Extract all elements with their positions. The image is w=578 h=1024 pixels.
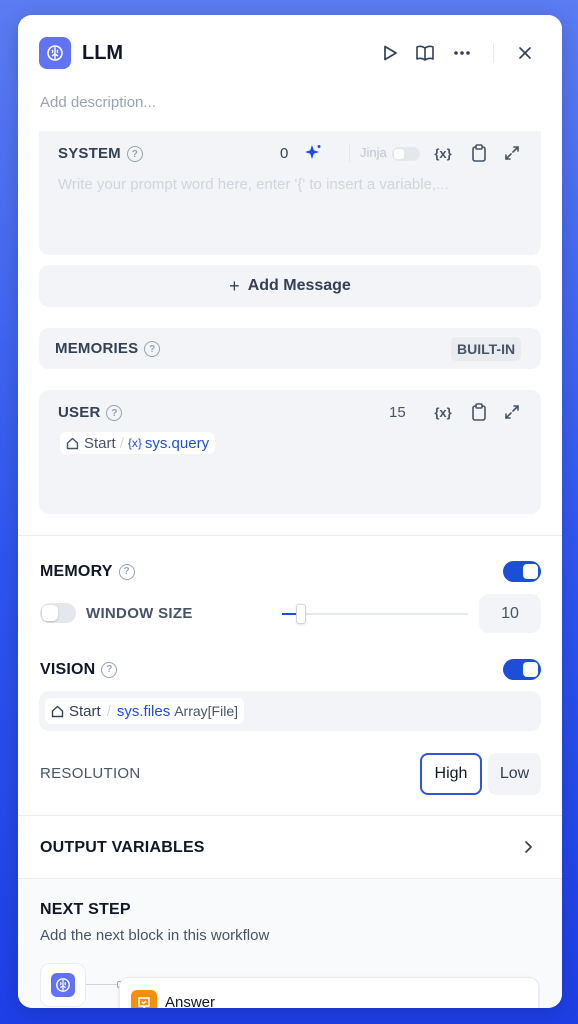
help-icon[interactable]: ? xyxy=(144,341,161,358)
var-type: Array[File] xyxy=(174,703,238,719)
system-token-count: 0 xyxy=(280,145,289,162)
expand-icon[interactable] xyxy=(502,402,522,422)
next-step-section: NEXT STEP Add the next block in this wor… xyxy=(18,879,562,1008)
llm-node-badge xyxy=(39,37,71,69)
expand-icon[interactable] xyxy=(502,143,522,163)
variable-chip[interactable]: Start / {x} sys.query xyxy=(60,432,216,454)
chevron-right-icon xyxy=(522,840,534,859)
system-label-text: SYSTEM xyxy=(58,145,121,162)
variable-icon: {x} xyxy=(127,436,142,450)
plus-icon: + xyxy=(229,276,240,296)
memories-label: MEMORIES? xyxy=(55,340,161,358)
system-prompt-input[interactable]: Write your prompt word here, enter '{' t… xyxy=(58,176,449,193)
help-icon[interactable]: ? xyxy=(118,563,135,580)
output-variables-row[interactable]: OUTPUT VARIABLES xyxy=(18,816,562,878)
llm-node-panel: LLM Add description... SYSTEM? 0 Jinja {… xyxy=(18,15,562,1008)
help-icon[interactable]: ? xyxy=(106,405,123,422)
close-icon[interactable] xyxy=(514,42,536,64)
system-prompt-box[interactable]: SYSTEM? 0 Jinja {x} Write your prompt wo… xyxy=(39,131,541,255)
var-name: sys.query xyxy=(144,434,210,452)
variable-chip[interactable]: Start / sys.files Array[File] xyxy=(45,698,244,724)
add-message-button[interactable]: + Add Message xyxy=(39,265,541,307)
user-label-text: USER xyxy=(58,404,101,421)
memory-label-text: MEMORY xyxy=(40,563,113,580)
node-title[interactable]: LLM xyxy=(82,42,123,65)
next-step-subtitle: Add the next block in this workflow xyxy=(40,927,270,944)
clipboard-icon[interactable] xyxy=(469,143,489,163)
resolution-label: RESOLUTION xyxy=(40,765,141,782)
insert-variable-icon[interactable]: {x} xyxy=(433,402,453,422)
add-message-label: Add Message xyxy=(247,277,351,294)
header-divider xyxy=(493,43,494,63)
resolution-low-option[interactable]: Low xyxy=(488,753,541,795)
next-step-title: NEXT STEP xyxy=(40,901,131,918)
brain-icon xyxy=(56,978,70,992)
var-name: sys.files xyxy=(116,702,171,720)
window-size-label: WINDOW SIZE xyxy=(86,605,193,622)
window-size-toggle[interactable] xyxy=(40,603,76,623)
memory-label: MEMORY? xyxy=(40,563,135,581)
section-divider xyxy=(18,535,562,536)
home-icon xyxy=(66,437,79,449)
book-icon[interactable] xyxy=(414,42,436,64)
play-icon[interactable] xyxy=(379,42,401,64)
vision-toggle[interactable] xyxy=(503,659,541,680)
more-icon[interactable] xyxy=(451,42,473,64)
next-block-answer[interactable]: Answer xyxy=(119,977,539,1008)
help-icon[interactable]: ? xyxy=(126,146,143,163)
sparkle-icon[interactable] xyxy=(303,143,323,168)
resolution-high-option[interactable]: High xyxy=(420,753,482,795)
var-separator: / xyxy=(106,702,111,720)
vision-label-text: VISION xyxy=(40,661,96,678)
vision-label: VISION? xyxy=(40,661,118,679)
panel-header: LLM Add description... xyxy=(18,15,562,131)
connector-line xyxy=(86,984,118,985)
window-size-input[interactable]: 10 xyxy=(479,594,541,633)
answer-label: Answer xyxy=(165,994,216,1008)
system-label: SYSTEM? xyxy=(58,145,143,163)
user-label: USER? xyxy=(58,404,123,422)
vision-variable-field[interactable]: Start / sys.files Array[File] xyxy=(39,691,541,731)
var-node-name: Start xyxy=(69,702,101,720)
memories-label-text: MEMORIES xyxy=(55,340,139,357)
description-input[interactable]: Add description... xyxy=(40,94,156,111)
help-icon[interactable]: ? xyxy=(101,661,118,678)
memory-toggle[interactable] xyxy=(503,561,541,582)
jinja-label: Jinja xyxy=(360,145,387,160)
insert-variable-icon[interactable]: {x} xyxy=(433,143,453,163)
current-node-card xyxy=(40,963,86,1007)
answer-icon xyxy=(131,990,157,1008)
user-prompt-box[interactable]: USER? 15 {x} Start / {x} sys.query xyxy=(39,390,541,514)
brain-icon xyxy=(47,45,63,61)
built-in-badge: BUILT-IN xyxy=(451,337,522,361)
var-node-name: Start xyxy=(84,434,116,452)
system-divider xyxy=(349,144,350,162)
jinja-toggle[interactable] xyxy=(392,147,420,161)
clipboard-icon[interactable] xyxy=(469,402,489,422)
window-size-slider[interactable] xyxy=(282,604,468,624)
memories-row: MEMORIES? BUILT-IN xyxy=(39,328,541,369)
home-icon xyxy=(51,705,64,717)
var-separator: / xyxy=(119,434,124,452)
slider-thumb[interactable] xyxy=(296,604,306,624)
output-variables-label: OUTPUT VARIABLES xyxy=(40,839,205,856)
user-token-count: 15 xyxy=(389,404,406,421)
